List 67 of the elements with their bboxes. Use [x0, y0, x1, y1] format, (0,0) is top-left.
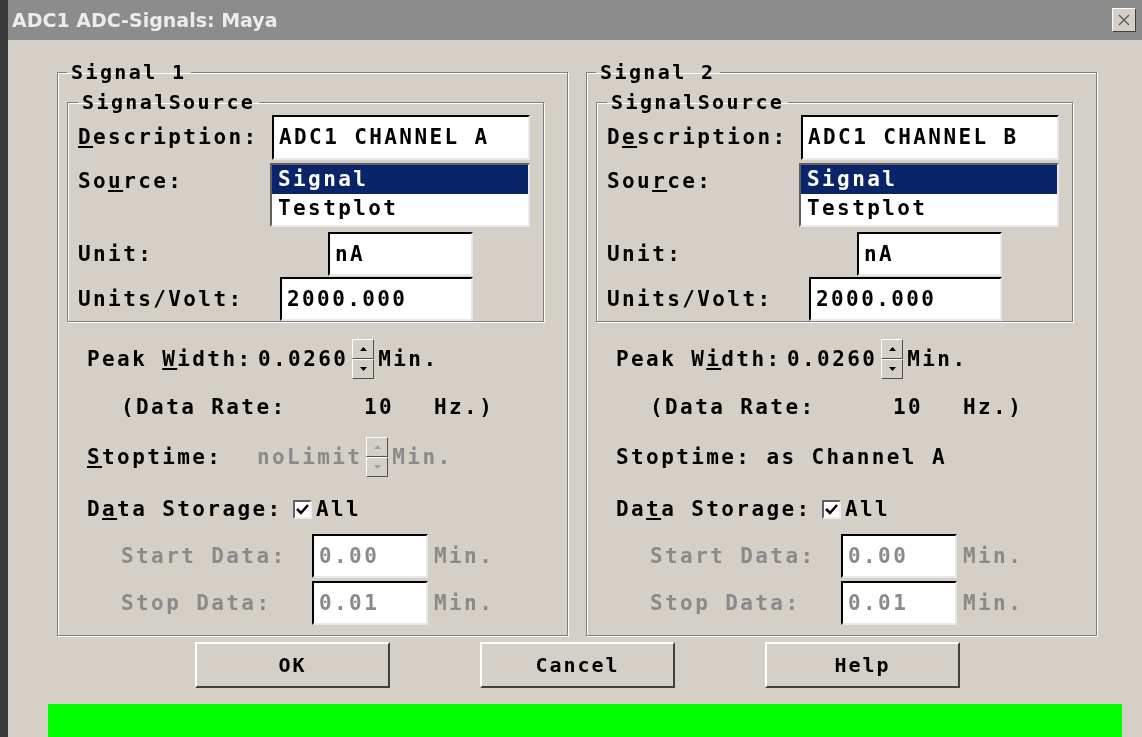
- unit-label: Min.: [963, 590, 1024, 615]
- field-label: Data Storage:: [87, 497, 284, 521]
- dialog-button[interactable]: Help: [765, 642, 960, 688]
- field-label: Unit:: [78, 241, 155, 266]
- field-value: 0.0260: [787, 347, 878, 371]
- input-field[interactable]: 2000.000: [280, 276, 473, 321]
- unit-label: Min.: [392, 445, 453, 469]
- input-field[interactable]: ADC1 CHANNEL A: [272, 114, 530, 160]
- list-box[interactable]: Signal Testplot: [270, 162, 530, 227]
- field-label: Dat a Storage:: [616, 497, 813, 521]
- input-field[interactable]: nA: [857, 231, 1002, 276]
- down-arrow-icon: [359, 367, 367, 371]
- unit-label: Hz.): [963, 395, 1024, 419]
- field-label: Unit:: [607, 241, 684, 266]
- field-label: Description:: [607, 125, 789, 150]
- spinner-control[interactable]: [366, 437, 389, 477]
- field-value: 10: [364, 395, 396, 419]
- unit-label: Min.: [378, 347, 439, 371]
- field-value: 0.0260: [258, 347, 349, 371]
- field-label: Sou r ce:: [607, 168, 714, 193]
- spinner-control[interactable]: [352, 339, 375, 379]
- down-arrow-icon: [373, 465, 381, 469]
- field-label: (Data Rate:: [650, 395, 817, 419]
- field-label: Description:: [78, 125, 260, 150]
- field-label: Units/Volt:: [78, 286, 245, 311]
- down-arrow-icon: [888, 367, 896, 371]
- unit-label: Min.: [963, 543, 1024, 568]
- close-icon: [1118, 14, 1130, 26]
- field-label: Stoptime: as Channel A: [616, 445, 947, 469]
- dialog-button[interactable]: Cancel: [480, 642, 675, 688]
- field-label: Units/Volt:: [607, 286, 774, 311]
- field-label: Start Data:: [121, 543, 288, 568]
- unit-label: Min.: [907, 347, 968, 371]
- field-label: Stoptime:: [87, 445, 224, 469]
- field-label: Stop Data:: [121, 590, 273, 615]
- field-label: Sou rce:: [78, 168, 185, 193]
- checkbox-label: All: [845, 497, 891, 521]
- field-value: 10: [893, 395, 925, 419]
- dialog-button[interactable]: OK: [195, 642, 390, 688]
- field-label: Peak Width:: [87, 347, 254, 371]
- checkbox[interactable]: [822, 499, 841, 519]
- input-field[interactable]: 2000.000: [809, 276, 1002, 321]
- spinner-control[interactable]: [881, 339, 904, 379]
- field-label: Peak Width:: [616, 347, 783, 371]
- field-label: Start Data:: [650, 543, 817, 568]
- field-label: (Data Rate:: [121, 395, 288, 419]
- checkbox[interactable]: [293, 499, 312, 519]
- group-title: Signal 1: [70, 60, 188, 84]
- close-button[interactable]: [1112, 8, 1136, 32]
- input-field[interactable]: ADC1 CHANNEL B: [801, 114, 1059, 160]
- input-field[interactable]: nA: [328, 231, 473, 276]
- list-option[interactable]: Signal: [272, 164, 528, 194]
- window-title: ADC1 ADC-Signals: Maya: [12, 9, 278, 31]
- group-title: Signal 2: [599, 60, 717, 84]
- group-title: SignalSource: [81, 90, 257, 114]
- field-value: noLimit: [257, 445, 363, 469]
- list-option[interactable]: Signal: [801, 164, 1057, 194]
- group-title: SignalSource: [610, 90, 786, 114]
- up-arrow-icon: [373, 445, 381, 449]
- list-box[interactable]: Signal Testplot: [799, 162, 1059, 227]
- unit-label: Min.: [434, 543, 495, 568]
- up-arrow-icon: [888, 347, 896, 351]
- up-arrow-icon: [359, 347, 367, 351]
- unit-label: Hz.): [434, 395, 495, 419]
- checkbox-label: All: [316, 497, 362, 521]
- field-label: Stop Data:: [650, 590, 802, 615]
- unit-label: Min.: [434, 590, 495, 615]
